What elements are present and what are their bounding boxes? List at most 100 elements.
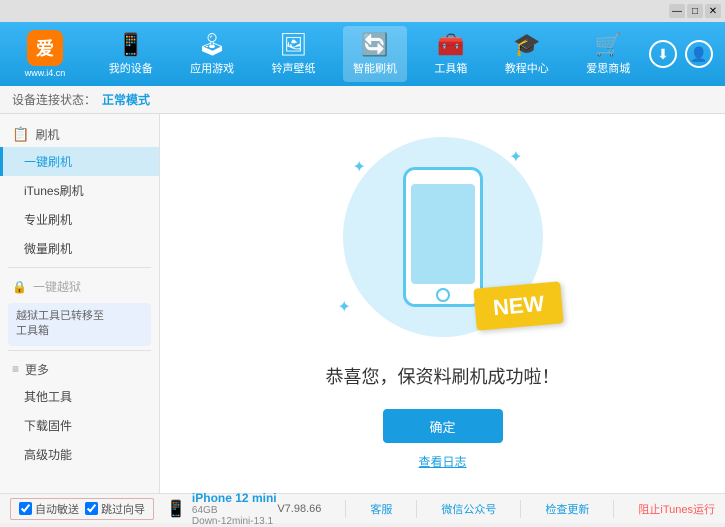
- sidebar-item-micro-flash[interactable]: 微量刷机: [0, 234, 159, 263]
- nav-tutorial[interactable]: 🎓 教程中心: [495, 26, 559, 82]
- smart-flash-label: 智能刷机: [353, 60, 397, 76]
- service-link[interactable]: 客服: [370, 501, 392, 517]
- bottom-bar: 自动敏送 跳过向导 📱 iPhone 12 mini 64GB Down-12m…: [0, 493, 725, 523]
- more-icon: ≡: [12, 362, 19, 376]
- skip-wizard-input[interactable]: [85, 502, 98, 515]
- status-label: 设备连接状态：: [12, 91, 96, 108]
- one-key-flash-label: 一键刷机: [24, 155, 72, 169]
- smart-flash-icon: 🔄: [361, 32, 388, 58]
- nav-smart-flash[interactable]: 🔄 智能刷机: [343, 26, 407, 82]
- sparkle-icon-2: ✦: [509, 147, 522, 167]
- tutorial-label: 教程中心: [505, 60, 549, 76]
- toolbox-icon: 🧰: [437, 32, 464, 58]
- sidebar-jailbreak-section: 🔒 一键越狱: [0, 272, 159, 299]
- device-section: 📱 iPhone 12 mini 64GB Down-12mini-13.1: [166, 491, 277, 527]
- nav-bar: 爱 www.i4.cn 📱 我的设备 🕹 应用游戏 🖼 铃声壁纸 🔄 智能刷机 …: [0, 22, 725, 86]
- skip-wizard-checkbox[interactable]: 跳过向导: [85, 501, 145, 517]
- maximize-button[interactable]: □: [687, 4, 703, 18]
- nav-ringtone[interactable]: 🖼 铃声壁纸: [262, 26, 326, 82]
- confirm-button[interactable]: 确定: [383, 409, 503, 443]
- jailbreak-label: 一键越狱: [33, 278, 81, 295]
- logo-icon: 爱: [27, 30, 63, 66]
- phone-body: [403, 167, 483, 307]
- app-games-icon: 🕹: [198, 32, 226, 58]
- device-info: iPhone 12 mini 64GB Down-12mini-13.1: [192, 491, 277, 527]
- sidebar-divider-1: [8, 267, 151, 268]
- logo[interactable]: 爱 www.i4.cn: [0, 30, 90, 78]
- logo-text: www.i4.cn: [25, 68, 66, 78]
- minimize-button[interactable]: —: [669, 4, 685, 18]
- sidebar-item-one-key-flash[interactable]: 一键刷机: [0, 147, 159, 176]
- sidebar-item-pro-flash[interactable]: 专业刷机: [0, 205, 159, 234]
- nav-right: ⬇ 👤: [649, 40, 725, 68]
- sidebar-divider-2: [8, 350, 151, 351]
- nav-my-device[interactable]: 📱 我的设备: [99, 26, 163, 82]
- auto-submit-label: 自动敏送: [35, 501, 79, 517]
- sidebar-item-advanced[interactable]: 高级功能: [0, 440, 159, 469]
- title-bar: — □ ✕: [0, 0, 725, 22]
- close-button[interactable]: ✕: [705, 4, 721, 18]
- nav-items: 📱 我的设备 🕹 应用游戏 🖼 铃声壁纸 🔄 智能刷机 🧰 工具箱 🎓 教程中心…: [90, 26, 649, 82]
- new-badge: NEW: [474, 281, 565, 330]
- lock-icon: 🔒: [12, 280, 27, 294]
- device-model: Down-12mini-13.1: [192, 516, 277, 527]
- phone-home-button: [436, 288, 450, 302]
- download-button[interactable]: ⬇: [649, 40, 677, 68]
- bottom-left-section: 自动敏送 跳过向导 📱 iPhone 12 mini 64GB Down-12m…: [10, 491, 277, 527]
- note-text: 越狱工具已转移至工具箱: [16, 310, 104, 337]
- my-device-label: 我的设备: [109, 60, 153, 76]
- sidebar-item-download-firmware[interactable]: 下载固件: [0, 411, 159, 440]
- user-button[interactable]: 👤: [685, 40, 713, 68]
- success-message: 恭喜您，保资料刷机成功啦！: [326, 363, 560, 389]
- device-phone-icon: 📱: [166, 499, 186, 519]
- more-section-label: 更多: [25, 361, 49, 378]
- update-link[interactable]: 检查更新: [545, 501, 589, 517]
- main-area: 📋 刷机 一键刷机 iTunes刷机 专业刷机 微量刷机 🔒 一键越狱 越狱工具…: [0, 114, 725, 493]
- wechat-link[interactable]: 微信公众号: [441, 501, 496, 517]
- itunes-flash-label: iTunes刷机: [24, 184, 84, 198]
- ringtone-label: 铃声壁纸: [272, 60, 316, 76]
- tutorial-icon: 🎓: [513, 32, 540, 58]
- sidebar-note: 越狱工具已转移至工具箱: [8, 303, 151, 346]
- status-bar: 设备连接状态： 正常模式: [0, 86, 725, 114]
- advanced-label: 高级功能: [24, 448, 72, 462]
- sidebar-section-more: ≡ 更多: [0, 355, 159, 382]
- nav-shop[interactable]: 🛒 爱思商城: [576, 26, 640, 82]
- skip-wizard-label: 跳过向导: [101, 501, 145, 517]
- phone-illustration: NEW ✦ ✦ ✦: [333, 137, 553, 347]
- sidebar: 📋 刷机 一键刷机 iTunes刷机 专业刷机 微量刷机 🔒 一键越狱 越狱工具…: [0, 114, 160, 493]
- bottom-divider-2: [416, 500, 417, 518]
- sparkle-icon-1: ✦: [353, 157, 366, 177]
- download-firmware-label: 下载固件: [24, 419, 72, 433]
- other-tools-label: 其他工具: [24, 390, 72, 404]
- sidebar-item-itunes-flash[interactable]: iTunes刷机: [0, 176, 159, 205]
- nav-toolbox[interactable]: 🧰 工具箱: [424, 26, 477, 82]
- auto-submit-checkbox[interactable]: 自动敏送: [19, 501, 79, 517]
- version-text: V7.98.66: [277, 503, 321, 515]
- ringtone-icon: 🖼: [280, 32, 308, 58]
- content-area: NEW ✦ ✦ ✦ 恭喜您，保资料刷机成功啦！ 确定 查看日志: [160, 114, 725, 493]
- sparkle-icon-3: ✦: [338, 297, 351, 317]
- auto-submit-input[interactable]: [19, 502, 32, 515]
- phone-screen: [411, 184, 475, 284]
- toolbox-label: 工具箱: [434, 60, 467, 76]
- bottom-divider-1: [345, 500, 346, 518]
- micro-flash-label: 微量刷机: [24, 242, 72, 256]
- my-device-icon: 📱: [117, 32, 144, 58]
- shop-icon: 🛒: [595, 32, 622, 58]
- checkbox-group: 自动敏送 跳过向导: [10, 498, 154, 520]
- app-games-label: 应用游戏: [190, 60, 234, 76]
- shop-label: 爱思商城: [586, 60, 630, 76]
- flash-section-label: 刷机: [35, 126, 59, 143]
- status-value: 正常模式: [102, 91, 150, 108]
- bottom-divider-3: [520, 500, 521, 518]
- itunes-stop-button[interactable]: 阻止iTunes运行: [638, 501, 715, 517]
- bottom-right-section: V7.98.66 客服 微信公众号 检查更新 阻止iTunes运行: [277, 500, 715, 518]
- flash-section-icon: 📋: [12, 126, 29, 143]
- pro-flash-label: 专业刷机: [24, 213, 72, 227]
- bottom-divider-4: [613, 500, 614, 518]
- sidebar-item-other-tools[interactable]: 其他工具: [0, 382, 159, 411]
- goto-log-link[interactable]: 查看日志: [418, 453, 466, 470]
- nav-app-games[interactable]: 🕹 应用游戏: [180, 26, 244, 82]
- device-storage: 64GB: [192, 505, 277, 516]
